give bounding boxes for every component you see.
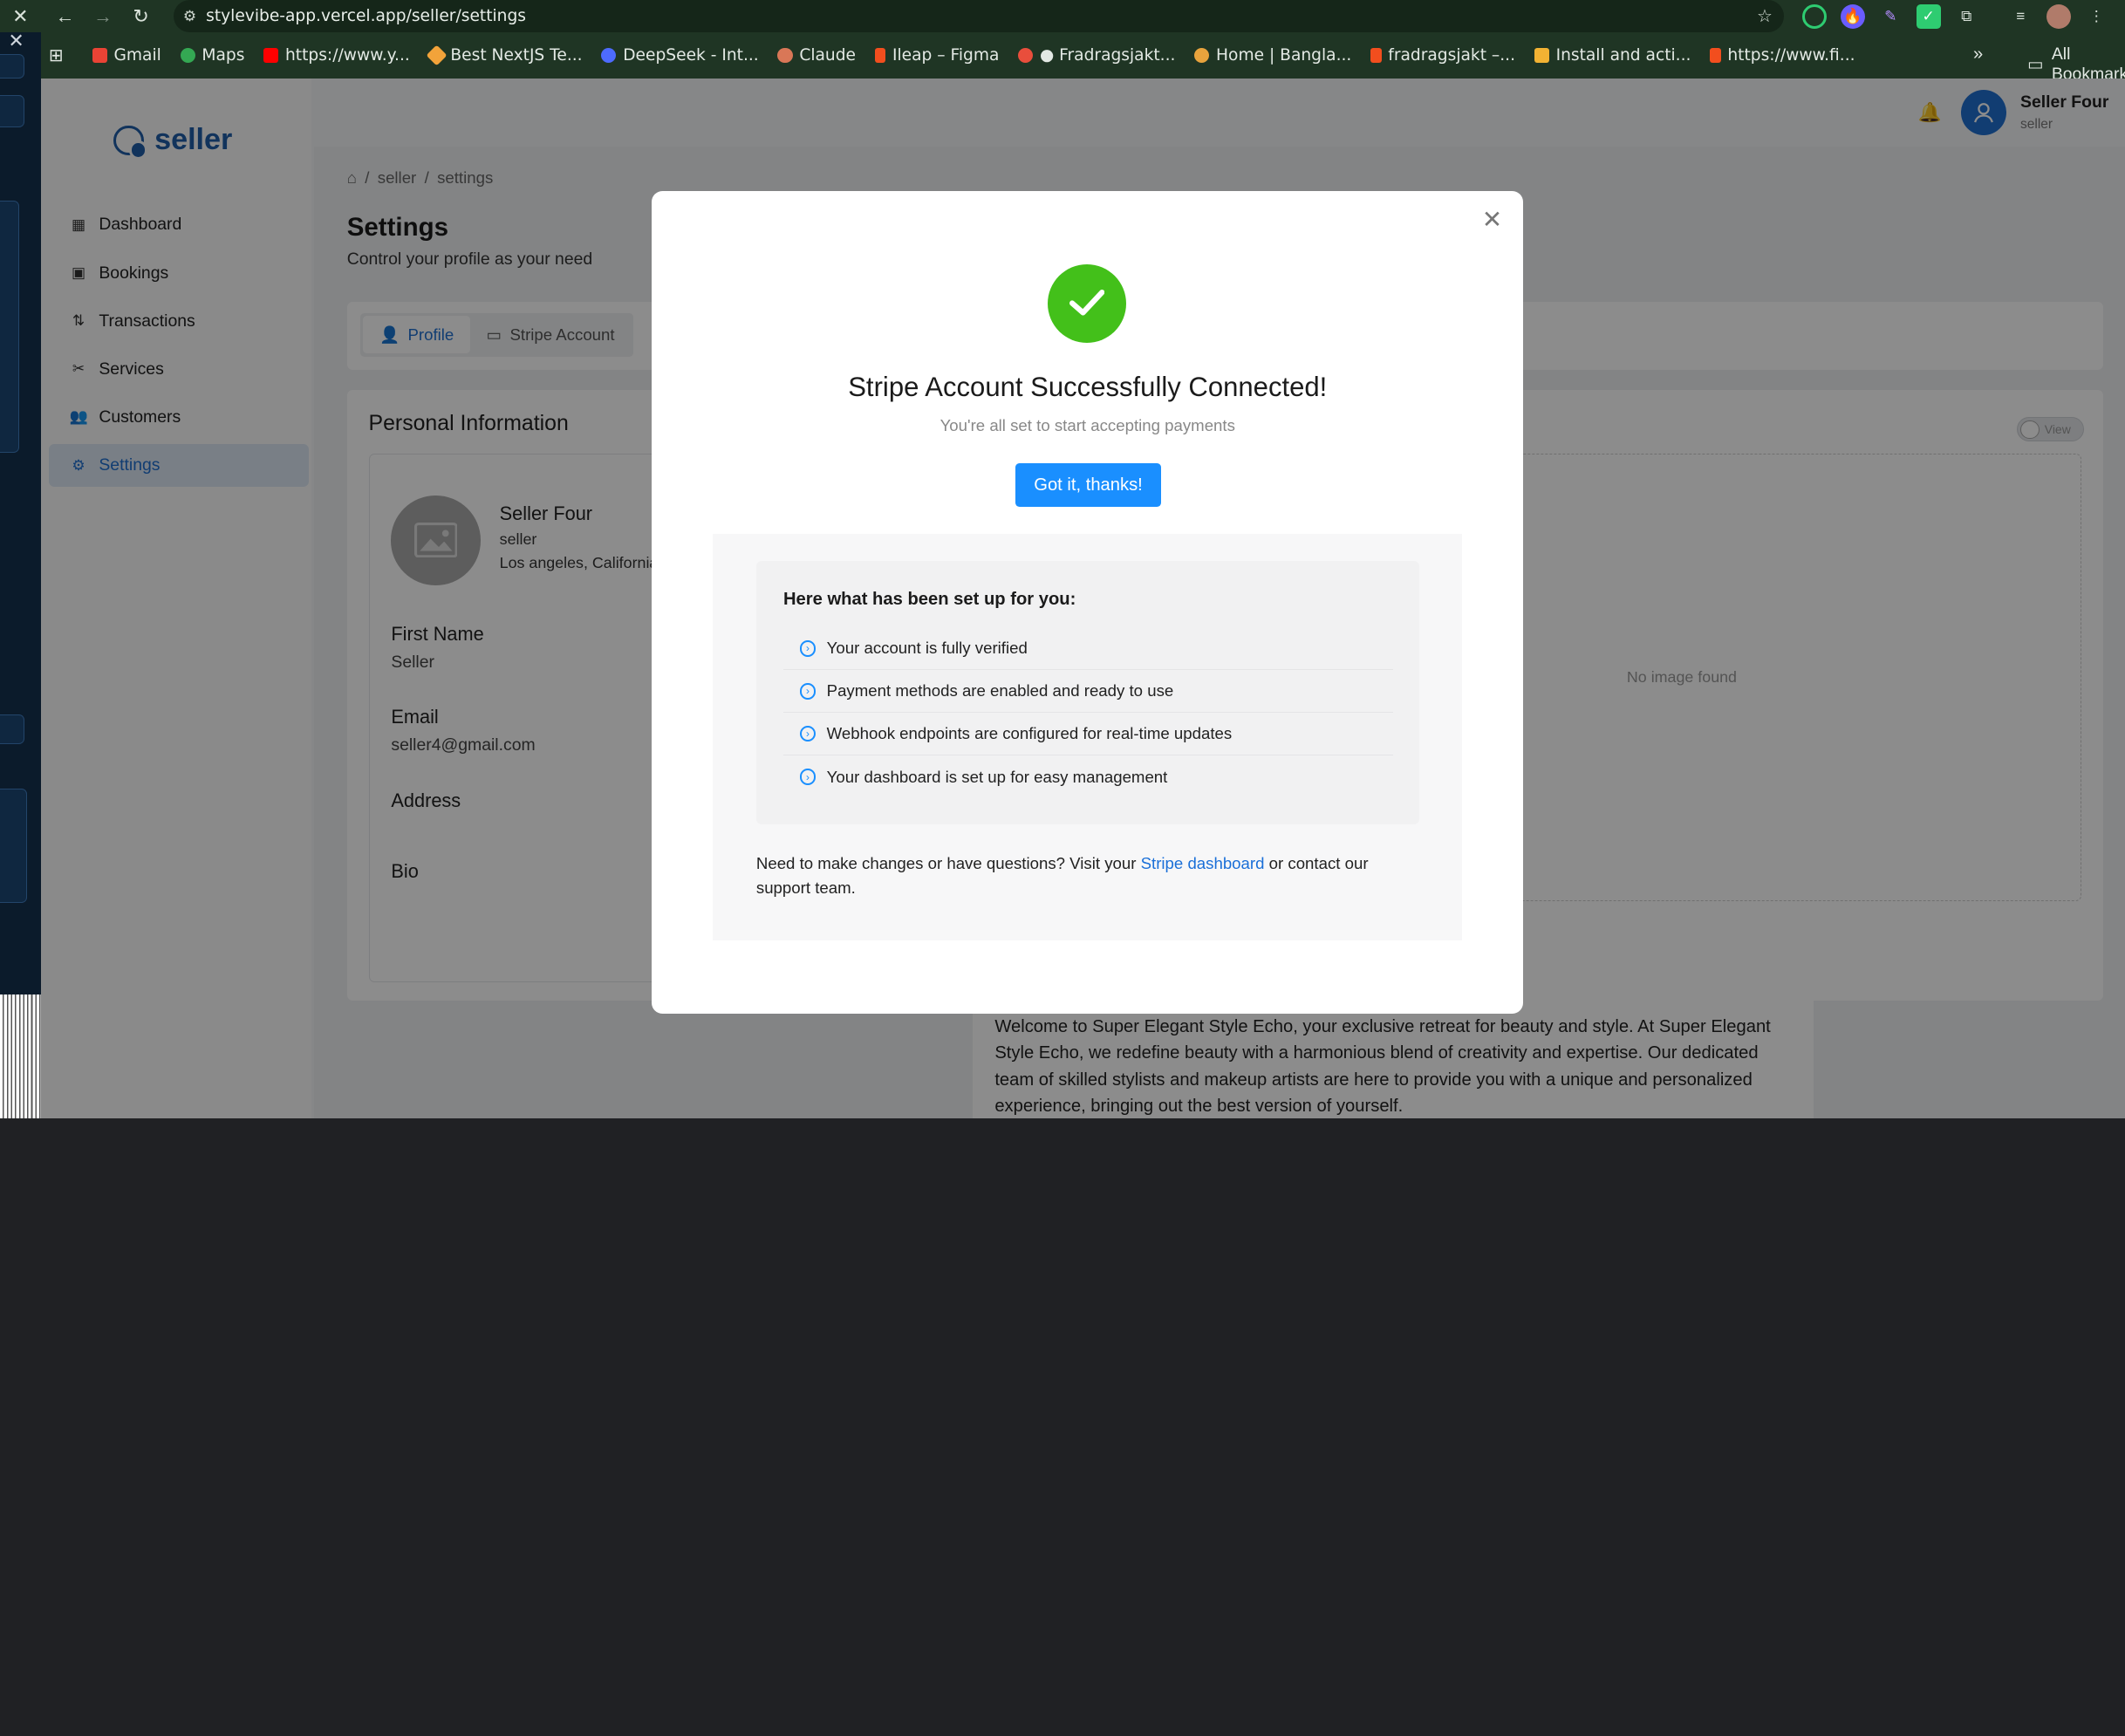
bookmark-item[interactable]: Gmail	[92, 46, 161, 65]
bookmark-label: Claude	[799, 46, 857, 65]
site-settings-icon[interactable]: ⚙	[174, 8, 206, 25]
success-check-icon	[1047, 263, 1127, 344]
list-item-text: Your dashboard is set up for easy manage…	[826, 767, 1168, 786]
list-item: › Your account is fully verified	[782, 627, 1394, 671]
forward-icon[interactable]: →	[84, 0, 122, 32]
got-it-button[interactable]: Got it, thanks!	[1015, 463, 1162, 508]
bookmark-favicon-icon	[1534, 48, 1549, 64]
extensions-puzzle-icon[interactable]: ⧉	[1954, 4, 1978, 29]
browser-menu-icon[interactable]: ⋮	[2084, 4, 2108, 29]
extension-shield-icon[interactable]: ✓	[1916, 3, 1941, 29]
bookmark-favicon-icon	[263, 48, 279, 64]
close-icon[interactable]: ✕	[8, 30, 24, 52]
list-item: › Webhook endpoints are configured for re…	[782, 713, 1394, 756]
side-window-block	[0, 714, 24, 744]
bookmark-item[interactable]: Home | Bangla...	[1194, 46, 1351, 65]
extension-flame-icon[interactable]: 🔥	[1840, 3, 1865, 29]
list-item: › Your dashboard is set up for easy manag…	[783, 755, 1393, 798]
bookmark-item[interactable]: https://www.fi...	[1710, 46, 1855, 65]
bookmarks-bar: ⊞ Gmail Maps https://www.y... Best NextJ…	[40, 32, 2125, 84]
bookmark-label: ● Fradragsjakt...	[1039, 46, 1176, 65]
setup-title: Here what has been set up for you:	[782, 589, 1076, 609]
folder-icon: ▭	[2027, 55, 2044, 75]
help-text-before: Need to make changes or have questions? …	[755, 853, 1141, 872]
bookmark-favicon-icon	[92, 48, 107, 64]
extension-pen-icon[interactable]: ✎	[1878, 4, 1903, 29]
close-icon[interactable]: ✕	[1480, 207, 1505, 232]
side-window-block	[0, 200, 19, 453]
more-bookmarks-button[interactable]: »	[1973, 44, 1983, 65]
bookmark-favicon-icon	[1194, 48, 1210, 64]
bookmark-label: fradragsjakt –...	[1388, 46, 1515, 65]
bookmark-favicon-icon	[180, 48, 195, 64]
bookmark-item[interactable]: fradragsjakt –...	[1370, 46, 1515, 65]
bookmark-favicon-icon	[777, 48, 793, 64]
bookmark-item[interactable]: Install and acti...	[1534, 46, 1691, 65]
bookmark-label: Best NextJS Te...	[450, 46, 583, 65]
check-circle-icon: ›	[799, 769, 817, 785]
extension-green-icon[interactable]	[1802, 3, 1828, 29]
bookmark-favicon-icon	[874, 48, 886, 64]
bookmark-item[interactable]: Maps	[180, 46, 245, 65]
bookmark-favicon-icon	[1018, 48, 1034, 64]
bookmark-item[interactable]: ● Fradragsjakt...	[1018, 46, 1175, 65]
bookmark-label: https://www.y...	[285, 46, 410, 65]
bookmark-label: Ileap – Figma	[892, 46, 1000, 65]
back-icon[interactable]: ←	[46, 0, 85, 32]
extension-icons: 🔥 ✎ ✓ ⧉ ≡ ⋮	[1802, 3, 2108, 29]
bookmark-favicon-icon	[601, 48, 617, 64]
bookmark-item[interactable]: DeepSeek - Int...	[601, 46, 759, 65]
list-item-text: Webhook endpoints are configured for rea…	[826, 724, 1233, 743]
url-text[interactable]: stylevibe-app.vercel.app/seller/settings	[206, 7, 526, 25]
address-bar[interactable]: ⚙ stylevibe-app.vercel.app/seller/settin…	[173, 0, 1784, 33]
bookmark-item[interactable]: https://www.y...	[263, 46, 410, 65]
bookmark-label: Home | Bangla...	[1216, 46, 1352, 65]
setup-summary: Here what has been set up for you: › Your…	[755, 561, 1419, 824]
list-item-text: Your account is fully verified	[826, 639, 1028, 658]
help-text: Need to make changes or have questions? …	[756, 851, 1420, 901]
side-window: ✕	[0, 30, 41, 1118]
modal-subtitle: You're all set to start accepting paymen…	[940, 415, 1235, 434]
bookmark-favicon-icon	[1710, 48, 1721, 64]
screen: ✕ ← → ↻ ⚙ stylevibe-app.vercel.app/selle…	[0, 0, 2125, 1118]
striped-pattern	[0, 994, 41, 1118]
bookmark-label: https://www.fi...	[1727, 46, 1855, 65]
modal-title: Stripe Account Successfully Connected!	[848, 371, 1328, 402]
stripe-dashboard-link[interactable]: Stripe dashboard	[1141, 854, 1265, 872]
bookmark-label: DeepSeek - Int...	[623, 46, 759, 65]
bookmark-label: Install and acti...	[1555, 46, 1691, 65]
side-window-block	[0, 54, 24, 79]
bookmark-label: Gmail	[113, 46, 161, 65]
side-window-block	[0, 789, 28, 903]
bookmark-favicon-icon	[426, 44, 448, 66]
bookmark-star-icon[interactable]: ☆	[1757, 5, 1773, 27]
side-window-block	[0, 94, 24, 128]
list-item-text: Payment methods are enabled and ready to…	[826, 681, 1174, 701]
close-window-icon[interactable]: ✕	[0, 0, 41, 32]
check-circle-icon: ›	[799, 725, 817, 742]
bookmark-item[interactable]: Best NextJS Te...	[426, 44, 583, 66]
checkmark-icon	[1069, 290, 1105, 316]
setup-panel: Here what has been set up for you: › Your…	[713, 534, 1463, 941]
reading-list-icon[interactable]: ≡	[2008, 4, 2033, 29]
bookmark-item[interactable]: Claude	[777, 46, 856, 65]
apps-grid-icon[interactable]: ⊞	[49, 44, 81, 66]
list-item: › Payment methods are enabled and ready t…	[782, 670, 1394, 714]
bookmark-favicon-icon	[1370, 48, 1382, 64]
check-circle-icon: ›	[799, 682, 817, 700]
bookmark-item[interactable]: Ileap – Figma	[874, 46, 1000, 65]
bookmark-label: Maps	[202, 46, 245, 65]
profile-avatar-icon[interactable]	[2046, 3, 2071, 29]
reload-icon[interactable]: ↻	[122, 0, 161, 32]
setup-list: › Your account is fully verified › Payment…	[782, 627, 1394, 798]
success-modal: ✕ Stripe Account Successfully Connected!…	[652, 191, 1524, 1015]
check-circle-icon: ›	[799, 639, 817, 657]
